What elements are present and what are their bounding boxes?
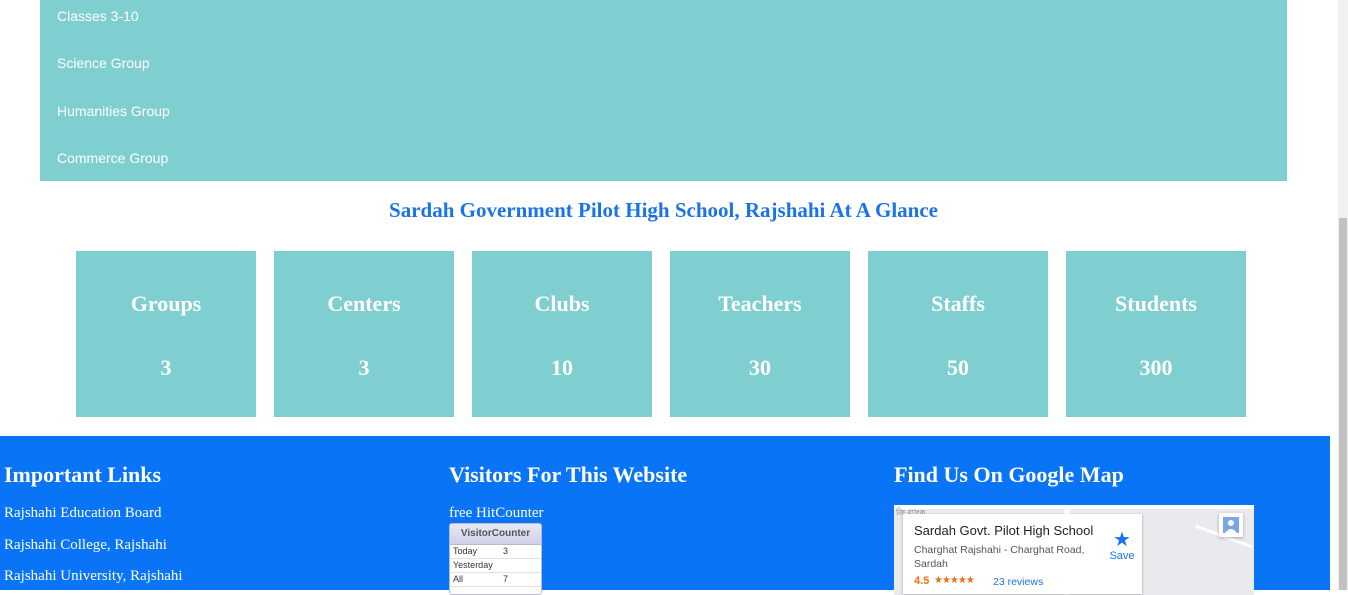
stat-label: Clubs <box>534 291 590 316</box>
star-icon: ★ <box>1113 529 1131 551</box>
stat-card-centers: Centers 3 <box>274 251 454 417</box>
hitcounter-link[interactable]: free HitCounter <box>449 505 544 522</box>
counter-row-yesterday: Yesterday <box>450 559 541 573</box>
stat-card-students: Students 300 <box>1066 251 1246 417</box>
map-place-address: Charghat Rajshahi - Charghat Road, Sarda… <box>914 544 1085 570</box>
stat-card-teachers: Teachers 30 <box>670 251 850 417</box>
counter-value: 7 <box>503 574 509 584</box>
scrollbar-thumb[interactable] <box>1339 218 1347 590</box>
counter-title: VisitorCounter <box>450 524 541 545</box>
pegman-icon[interactable] <box>1219 513 1243 537</box>
important-links-heading: Important Links <box>4 462 162 487</box>
google-map-embed[interactable]: ক্রি ব্যাংক Sardah Govt. Pilot High Scho… <box>894 505 1254 595</box>
counter-label: Today <box>453 546 478 556</box>
stat-value: 3 <box>358 355 370 380</box>
link-rajshahi-college[interactable]: Rajshahi College, Rajshahi <box>4 537 167 554</box>
map-road <box>894 505 1254 509</box>
stat-value: 3 <box>160 355 172 380</box>
page-scrollbar[interactable] <box>1338 0 1348 590</box>
google-map-heading: Find Us On Google Map <box>894 462 1124 487</box>
link-education-board[interactable]: Rajshahi Education Board <box>4 505 161 522</box>
map-place-name: Sardah Govt. Pilot High School <box>914 523 1094 538</box>
stat-label: Students <box>1115 291 1197 316</box>
group-menu: Classes 3-10 Science Group Humanities Gr… <box>40 0 1287 181</box>
stat-value: 300 <box>1139 355 1173 380</box>
counter-label: Yesterday <box>453 560 493 570</box>
map-rating-stars-icon: ★★★★★ <box>934 575 975 586</box>
stat-value: 50 <box>947 355 969 380</box>
counter-row-all: All 7 <box>450 573 541 587</box>
counter-value: 3 <box>503 546 509 556</box>
stat-card-groups: Groups 3 <box>76 251 256 417</box>
stat-card-clubs: Clubs 10 <box>472 251 652 417</box>
stat-value: 10 <box>551 355 573 380</box>
footer: Important Links Rajshahi Education Board… <box>0 436 1330 595</box>
visitor-counter-widget[interactable]: VisitorCounter Today 3 Yesterday All 7 <box>449 523 542 595</box>
map-place-card: Sardah Govt. Pilot High School Charghat … <box>903 514 1142 594</box>
glance-title: Sardah Government Pilot High School, Raj… <box>389 198 938 222</box>
menu-item-humanities-group[interactable]: Humanities Group <box>57 103 170 119</box>
counter-label: All <box>453 574 464 584</box>
map-save-label: Save <box>1109 550 1135 562</box>
counter-row-today: Today 3 <box>450 545 541 559</box>
visitors-heading: Visitors For This Website <box>449 462 688 487</box>
link-rajshahi-university[interactable]: Rajshahi University, Rajshahi <box>4 568 183 585</box>
menu-item-commerce-group[interactable]: Commerce Group <box>57 150 168 166</box>
menu-item-science-group[interactable]: Science Group <box>57 55 150 71</box>
map-rating: 4.5 <box>914 575 930 587</box>
stat-label: Centers <box>327 291 401 316</box>
stat-label: Staffs <box>931 291 985 316</box>
stat-label: Teachers <box>718 291 802 316</box>
stat-card-staffs: Staffs 50 <box>868 251 1048 417</box>
stat-label: Groups <box>130 291 202 316</box>
map-reviews-link[interactable]: 23 reviews <box>993 576 1043 588</box>
map-save-button[interactable]: ★ Save <box>1105 530 1139 562</box>
menu-item-classes[interactable]: Classes 3-10 <box>57 8 139 24</box>
stat-value: 30 <box>749 355 771 380</box>
